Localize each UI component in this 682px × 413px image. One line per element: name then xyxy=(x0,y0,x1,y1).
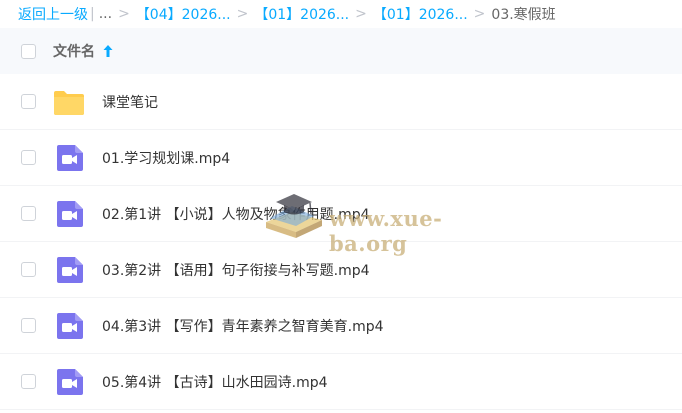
breadcrumb-separator: > xyxy=(118,6,130,22)
breadcrumb-item[interactable]: 【01】2026... xyxy=(254,4,349,24)
row-checkbox[interactable] xyxy=(21,206,36,221)
video-file-icon xyxy=(57,313,83,339)
file-list: 课堂笔记 01.学习规划课.mp4 02.第1讲 【小说】人物及物象作用题.mp… xyxy=(0,74,682,410)
folder-icon xyxy=(54,91,84,115)
list-header: 文件名 xyxy=(0,28,682,74)
row-checkbox[interactable] xyxy=(21,374,36,389)
row-checkbox[interactable] xyxy=(21,150,36,165)
video-file-icon xyxy=(57,369,83,395)
breadcrumb-divider: | xyxy=(90,6,95,22)
video-file-icon xyxy=(57,257,83,283)
breadcrumb-separator: > xyxy=(236,6,249,22)
breadcrumb-item[interactable]: 【01】2026... xyxy=(373,4,468,24)
breadcrumb-ellipsis[interactable]: ... xyxy=(99,6,112,22)
breadcrumb-separator: > xyxy=(473,6,486,22)
row-checkbox[interactable] xyxy=(21,318,36,333)
breadcrumb-item[interactable]: 【04】2026... xyxy=(136,4,231,24)
file-name[interactable]: 02.第1讲 【小说】人物及物象作用题.mp4 xyxy=(102,204,370,224)
back-link[interactable]: 返回上一级 xyxy=(18,4,88,24)
breadcrumb-separator: > xyxy=(355,6,367,22)
list-item[interactable]: 03.第2讲 【语用】句子衔接与补写题.mp4 xyxy=(0,242,682,298)
breadcrumb: 返回上一级 | ... > 【04】2026... > 【01】2026... … xyxy=(0,0,682,28)
breadcrumb-current: 03.寒假班 xyxy=(491,7,556,23)
list-item[interactable]: 课堂笔记 xyxy=(0,74,682,130)
sort-ascending-icon xyxy=(103,45,113,57)
list-item[interactable]: 05.第4讲 【古诗】山水田园诗.mp4 xyxy=(0,354,682,410)
select-all-checkbox[interactable] xyxy=(21,43,36,59)
filename-column-header[interactable]: 文件名 xyxy=(53,41,114,61)
file-name[interactable]: 03.第2讲 【语用】句子衔接与补写题.mp4 xyxy=(102,260,370,280)
file-name[interactable]: 课堂笔记 xyxy=(102,92,158,112)
video-file-icon xyxy=(57,145,83,171)
list-item[interactable]: 01.学习规划课.mp4 xyxy=(0,130,682,186)
video-file-icon xyxy=(57,201,83,227)
file-name[interactable]: 04.第3讲 【写作】青年素养之智育美育.mp4 xyxy=(102,316,384,336)
list-item[interactable]: 04.第3讲 【写作】青年素养之智育美育.mp4 xyxy=(0,298,682,354)
file-name[interactable]: 01.学习规划课.mp4 xyxy=(102,148,230,168)
row-checkbox[interactable] xyxy=(21,262,36,277)
row-checkbox[interactable] xyxy=(21,94,36,109)
filename-column-label: 文件名 xyxy=(53,44,95,60)
list-item[interactable]: 02.第1讲 【小说】人物及物象作用题.mp4 xyxy=(0,186,682,242)
file-name[interactable]: 05.第4讲 【古诗】山水田园诗.mp4 xyxy=(102,372,328,392)
